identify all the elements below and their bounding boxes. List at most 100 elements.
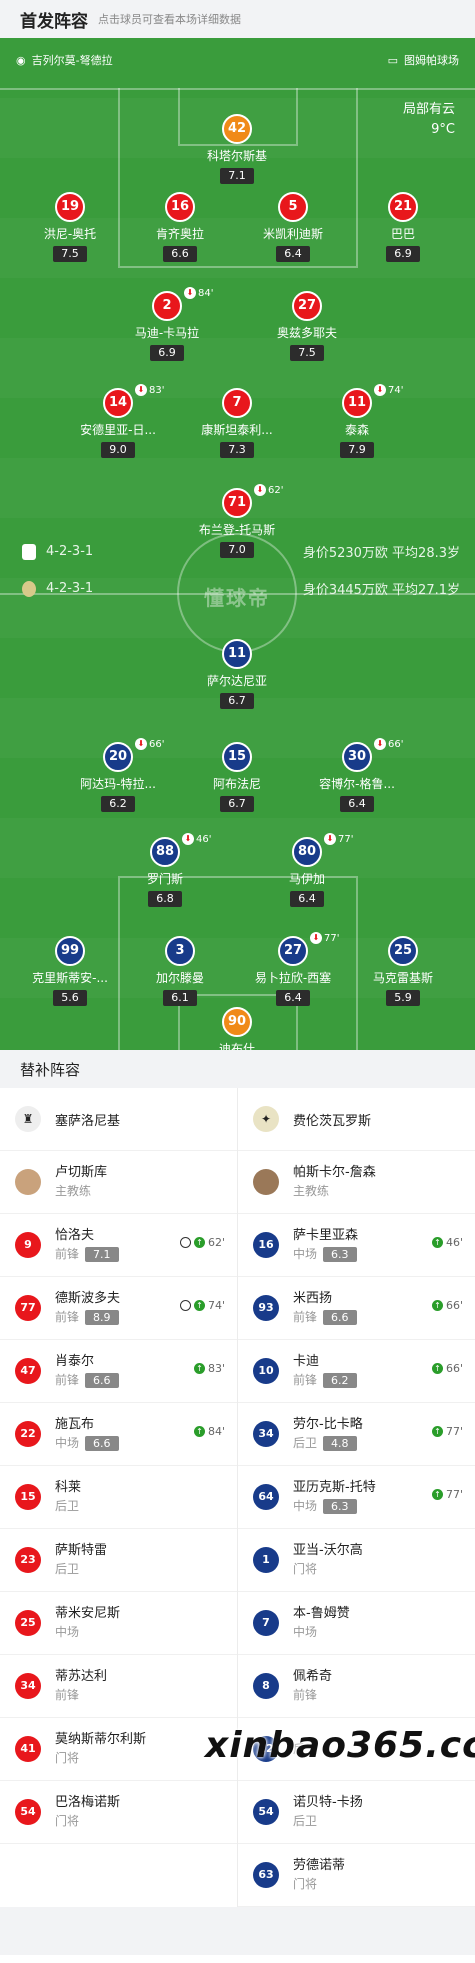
sub-position: 中场	[55, 1625, 80, 1639]
away-player-7[interactable]: 3 加尔滕曼 6.1	[125, 936, 235, 1006]
sub-rating: 4.8	[323, 1435, 357, 1451]
sub-player-row[interactable]: 8 佩希奇 前锋	[238, 1655, 475, 1718]
substitution-event: ⬇ 84'	[184, 287, 213, 299]
home-player-6[interactable]: 27 奥兹多耶夫 7.5	[252, 291, 362, 361]
away-player-5[interactable]: 80 ⬇ 77' 马伊加 6.4	[252, 833, 362, 907]
sub-number: 15	[15, 1484, 41, 1510]
sub-position: 前锋	[55, 1247, 80, 1261]
away-player-10[interactable]: 90迪布什5.9	[182, 1007, 292, 1050]
sub-player-row[interactable]: 22 施瓦布 中场 6.6 ↑ 84'	[0, 1403, 237, 1466]
sub-player-row[interactable]: 34 劳尔-比卡略 后卫 4.8 ↑ 77'	[238, 1403, 475, 1466]
away-player-0[interactable]: 11 萨尔达尼亚 6.7	[182, 639, 292, 709]
sub-player-row[interactable]: 77 德斯波多夫 前锋 8.9 ↑ 74'	[0, 1277, 237, 1340]
sub-out-icon: ⬇	[324, 833, 336, 845]
away-player-4[interactable]: 88 ⬇ 46' 罗门斯 6.8	[110, 833, 220, 907]
sub-player-row[interactable]: 7 本-鲁姆赞 中场	[238, 1592, 475, 1655]
sub-position: 后卫	[293, 1814, 318, 1828]
sub-number: 9	[15, 1232, 41, 1258]
away-player-9[interactable]: 25 马克雷基斯 5.9	[348, 936, 458, 1006]
home-player-3[interactable]: 5 米凯利迪斯 6.4	[238, 192, 348, 262]
sub-position: 中场	[55, 1436, 80, 1450]
sub-player-row[interactable]: 41 莫纳斯蒂尔利斯 门将	[0, 1718, 237, 1781]
sub-name: 劳尔-比卡略	[293, 1417, 363, 1432]
coach-avatar	[253, 1169, 279, 1195]
sub-number: 16	[253, 1232, 279, 1258]
player-rating: 6.7	[220, 693, 254, 709]
away-player-8[interactable]: 27 ⬇ 77' 易卜拉欣-西塞 6.4	[238, 932, 348, 1006]
sub-player-row[interactable]: 63 劳德诺蒂 门将	[238, 1844, 475, 1907]
away-player-1[interactable]: 20 ⬇ 66' 阿达玛-特拉... 6.2	[63, 738, 173, 812]
sub-player-row[interactable]: 54 诺贝特-卡扬 后卫	[238, 1781, 475, 1844]
coach-role: 主教练	[293, 1184, 330, 1198]
sub-in-time: ↑ 62'	[179, 1236, 225, 1249]
player-rating: 6.2	[101, 796, 135, 812]
player-name: 马伊加	[288, 872, 325, 886]
player-number: 19	[55, 192, 85, 222]
player-name: 萨尔达尼亚	[206, 674, 267, 688]
sub-position: 门将	[293, 1562, 318, 1576]
player-name: 泰森	[344, 423, 369, 437]
away-team-row[interactable]: ✦ 费伦茨瓦罗斯	[238, 1088, 475, 1151]
home-player-1[interactable]: 19 洪尼-奥托 7.5	[15, 192, 125, 262]
home-player-9[interactable]: 11 ⬇ 74' 泰森 7.9	[302, 384, 412, 458]
sub-number: 1	[253, 1547, 279, 1573]
sub-in-time: ↑ 46'	[431, 1236, 463, 1249]
sub-player-row[interactable]: 23 萨斯特雷 后卫	[0, 1529, 237, 1592]
sub-name: 亚历克斯-托特	[293, 1480, 376, 1495]
sub-name: 劳德诺蒂	[293, 1858, 346, 1873]
home-player-2[interactable]: 16 肯齐奥拉 6.6	[125, 192, 235, 262]
home-player-0[interactable]: 42 科塔尔斯基 7.1	[182, 114, 292, 184]
player-number: 88	[150, 837, 180, 867]
sub-meta: 前锋	[55, 1686, 107, 1704]
coach-avatar	[15, 1169, 41, 1195]
away-player-6[interactable]: 99 克里斯蒂安-... 5.6	[15, 936, 125, 1006]
sub-player-row[interactable]: 64 亚历克斯-托特 中场 6.3 ↑ 77'	[238, 1466, 475, 1529]
sub-meta: 门将	[293, 1875, 345, 1893]
sub-player-row[interactable]: 34 蒂苏达利 前锋	[0, 1655, 237, 1718]
sub-player-row[interactable]: 47 肖泰尔 前锋 6.6 ↑ 83'	[0, 1340, 237, 1403]
sub-position: 中场	[293, 1499, 318, 1513]
sub-in-icon: ↑	[431, 1300, 443, 1311]
home-team-row[interactable]: ♜ 塞萨洛尼基	[0, 1088, 237, 1151]
sub-name: 米西扬	[293, 1291, 333, 1306]
sub-name: 萨卡里亚森	[293, 1228, 359, 1243]
sub-player-row[interactable]: 9 恰洛夫 前锋 7.1 ↑ 62'	[0, 1214, 237, 1277]
sub-player-row[interactable]: 1 亚当-沃尔高 门将	[238, 1529, 475, 1592]
sub-meta: 前锋 6.6	[55, 1371, 119, 1389]
home-player-4[interactable]: 21 巴巴 6.9	[348, 192, 458, 262]
sub-number: 22	[15, 1421, 41, 1447]
sub-player-row[interactable]: 54 巴洛梅诺斯 门将	[0, 1781, 237, 1844]
away-player-3[interactable]: 30 ⬇ 66' 容博尔-格鲁... 6.4	[302, 738, 412, 812]
weather-temp: 9°C	[431, 122, 455, 137]
home-coach-row[interactable]: 卢切斯库 主教练	[0, 1151, 237, 1214]
sub-in-icon: ↑	[431, 1363, 443, 1374]
substitution-event: ⬇ 66'	[374, 738, 403, 750]
home-player-7[interactable]: 14 ⬇ 83' 安德里亚-日... 9.0	[63, 384, 173, 458]
away-badge-icon	[22, 580, 36, 597]
home-player-10[interactable]: 71 ⬇ 62' 布兰登-托马斯 7.0	[182, 484, 292, 558]
player-name: 阿达玛-特拉...	[80, 777, 156, 791]
sub-player-row[interactable]: 16 萨卡里亚森 中场 6.3 ↑ 46'	[238, 1214, 475, 1277]
sub-position: 前锋	[55, 1688, 80, 1702]
sub-meta: 后卫 4.8	[293, 1434, 363, 1452]
player-rating: 6.7	[220, 796, 254, 812]
sub-in-time: ↑ 77'	[431, 1488, 463, 1501]
home-player-8[interactable]: 7 康斯坦泰利... 7.3	[182, 388, 292, 458]
sub-player-row[interactable]: 93 米西扬 前锋 6.6 ↑ 66'	[238, 1277, 475, 1340]
away-player-2[interactable]: 15 阿布法尼 6.7	[182, 742, 292, 812]
sub-player-row[interactable]: 25 蒂米安尼斯 中场	[0, 1592, 237, 1655]
sub-meta: 后卫	[55, 1560, 107, 1578]
sub-rating: 6.6	[323, 1309, 357, 1325]
player-number: 5	[278, 192, 308, 222]
player-number: 30	[342, 742, 372, 772]
home-player-5[interactable]: 2 ⬇ 84' 马迪-卡马拉 6.9	[112, 287, 222, 361]
sub-number: 41	[15, 1736, 41, 1762]
sub-player-row[interactable]: 15 科莱 后卫	[0, 1466, 237, 1529]
sub-meta: 后卫	[55, 1497, 81, 1515]
player-rating: 7.0	[220, 542, 254, 558]
sub-out-icon: ⬇	[374, 738, 386, 750]
sub-in-time: ↑ 66'	[431, 1362, 463, 1375]
sub-player-row[interactable]: 10 卡迪 前锋 6.2 ↑ 66'	[238, 1340, 475, 1403]
player-number: 7	[222, 388, 252, 418]
away-coach-row[interactable]: 帕斯卡尔-詹森 主教练	[238, 1151, 475, 1214]
